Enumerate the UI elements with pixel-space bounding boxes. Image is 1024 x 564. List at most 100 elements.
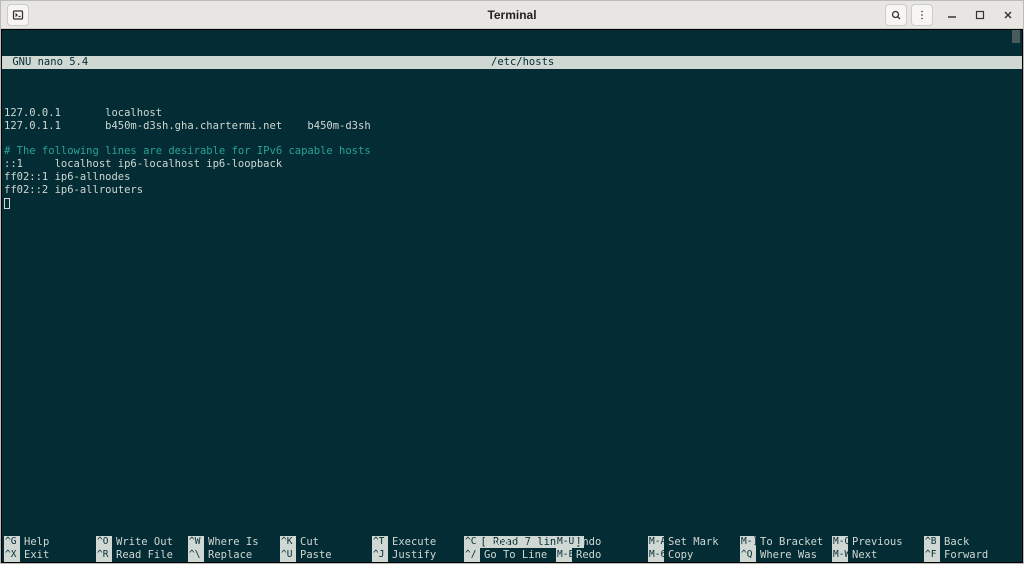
shortcut-item: ^OWrite Out	[96, 536, 188, 549]
file-line: 127.0.1.1 b450m-d3sh.gha.chartermi.net b…	[4, 120, 1020, 133]
shortcut-label: Undo	[572, 536, 601, 549]
shortcut-item: ^/Go To Line	[464, 549, 556, 562]
shortcut-column: M-]To Bracket^QWhere Was	[740, 536, 832, 562]
shortcut-item: ^CLocation	[464, 536, 556, 549]
window-title: Terminal	[1, 8, 1023, 22]
shortcut-key: ^X	[4, 549, 20, 562]
shortcut-label: Where Was	[756, 549, 817, 562]
shortcut-label: Back	[940, 536, 969, 549]
shortcut-label: Previous	[848, 536, 903, 549]
search-icon	[890, 9, 902, 21]
shortcut-key: ^C	[464, 536, 480, 549]
file-line: ff02::2 ip6-allrouters	[4, 184, 1020, 197]
menu-button[interactable]	[911, 4, 933, 26]
file-line: ff02::1 ip6-allnodes	[4, 171, 1020, 184]
shortcut-column: ^CLocation^/Go To Line	[464, 536, 556, 562]
shortcut-item: M-UUndo	[556, 536, 648, 549]
maximize-icon	[975, 10, 985, 20]
shortcut-key: ^/	[464, 549, 480, 562]
cursor-line	[4, 197, 1020, 210]
shortcut-key: M-U	[556, 536, 572, 549]
shortcut-key: M-Q	[832, 536, 848, 549]
shortcut-key: M-A	[648, 536, 664, 549]
nano-status-line: [ Read 7 lines ]	[2, 523, 1022, 536]
terminal-pane[interactable]: GNU nano 5.4 /etc/hosts 127.0.0.1 localh…	[1, 29, 1023, 563]
nano-header: GNU nano 5.4 /etc/hosts	[2, 56, 1022, 69]
shortcut-item: ^\Replace	[188, 549, 280, 562]
shortcut-item: M-WNext	[832, 549, 924, 562]
shortcut-item: ^BBack	[924, 536, 1016, 549]
shortcut-column: M-ASet MarkM-6Copy	[648, 536, 740, 562]
shortcut-item: ^JJustify	[372, 549, 464, 562]
shortcut-key: ^J	[372, 549, 388, 562]
shortcut-column: ^GHelp^XExit	[4, 536, 96, 562]
shortcut-key: ^\	[188, 549, 204, 562]
nano-filename: /etc/hosts	[487, 56, 558, 69]
shortcut-key: ^Q	[740, 549, 756, 562]
nano-shortcuts: ^GHelp^XExit^OWrite Out^RRead File^WWher…	[2, 536, 1022, 562]
shortcut-label: Copy	[664, 549, 693, 562]
menu-icon	[916, 9, 928, 21]
shortcut-item: M-6Copy	[648, 549, 740, 562]
maximize-button[interactable]	[971, 6, 989, 24]
terminal-icon	[12, 9, 24, 21]
shortcut-key: ^W	[188, 536, 204, 549]
shortcut-label: Exit	[20, 549, 49, 562]
shortcut-item: ^WWhere Is	[188, 536, 280, 549]
shortcut-label: Location	[480, 536, 535, 549]
file-line: # The following lines are desirable for …	[4, 145, 1020, 158]
shortcut-label: Where Is	[204, 536, 259, 549]
shortcut-label: Write Out	[112, 536, 173, 549]
shortcut-column: ^BBack^FForward	[924, 536, 1016, 562]
close-button[interactable]	[999, 6, 1017, 24]
file-line: ::1 localhost ip6-localhost ip6-loopback	[4, 158, 1020, 171]
shortcut-label: Cut	[296, 536, 319, 549]
search-button[interactable]	[885, 4, 907, 26]
shortcut-key: ^B	[924, 536, 940, 549]
shortcut-column: M-QPreviousM-WNext	[832, 536, 924, 562]
shortcut-key: ^U	[280, 549, 296, 562]
shortcut-key: M-]	[740, 536, 756, 549]
shortcut-label: Execute	[388, 536, 436, 549]
shortcut-column: ^KCut^UPaste	[280, 536, 372, 562]
scrollbar-thumb[interactable]	[1012, 30, 1020, 43]
app-window: Terminal GNU nano 5.4 /etc/hosts	[0, 0, 1024, 564]
shortcut-label: Paste	[296, 549, 332, 562]
shortcut-item: M-QPrevious	[832, 536, 924, 549]
shortcut-key: M-E	[556, 549, 572, 562]
shortcut-item: M-ERedo	[556, 549, 648, 562]
shortcut-label: Justify	[388, 549, 436, 562]
shortcut-key: ^K	[280, 536, 296, 549]
shortcut-item: ^TExecute	[372, 536, 464, 549]
shortcut-item: ^FForward	[924, 549, 1016, 562]
editor-content[interactable]: 127.0.0.1 localhost127.0.1.1 b450m-d3sh.…	[2, 107, 1022, 209]
shortcut-item: ^RRead File	[96, 549, 188, 562]
shortcut-item: M-ASet Mark	[648, 536, 740, 549]
shortcut-key: ^R	[96, 549, 112, 562]
shortcut-item: ^GHelp	[4, 536, 96, 549]
terminal-icon-button[interactable]	[7, 4, 29, 26]
shortcut-label: Set Mark	[664, 536, 719, 549]
shortcut-column: ^TExecute^JJustify	[372, 536, 464, 562]
minimize-button[interactable]	[943, 6, 961, 24]
file-line	[4, 133, 1020, 146]
shortcut-label: Forward	[940, 549, 988, 562]
shortcut-key: M-W	[832, 549, 848, 562]
shortcut-column: M-UUndoM-ERedo	[556, 536, 648, 562]
shortcut-label: Replace	[204, 549, 252, 562]
shortcut-item: ^UPaste	[280, 549, 372, 562]
cursor	[4, 198, 10, 209]
shortcut-key: ^F	[924, 549, 940, 562]
shortcut-label: Go To Line	[480, 549, 547, 562]
file-line: 127.0.0.1 localhost	[4, 107, 1020, 120]
shortcut-key: ^G	[4, 536, 20, 549]
titlebar: Terminal	[1, 1, 1023, 29]
nano-version: GNU nano 5.4	[2, 56, 99, 69]
shortcut-item: ^KCut	[280, 536, 372, 549]
shortcut-label: Read File	[112, 549, 173, 562]
close-icon	[1003, 10, 1013, 20]
shortcut-key: ^O	[96, 536, 112, 549]
shortcut-label: Help	[20, 536, 49, 549]
shortcut-column: ^WWhere Is^\Replace	[188, 536, 280, 562]
minimize-icon	[947, 10, 957, 20]
